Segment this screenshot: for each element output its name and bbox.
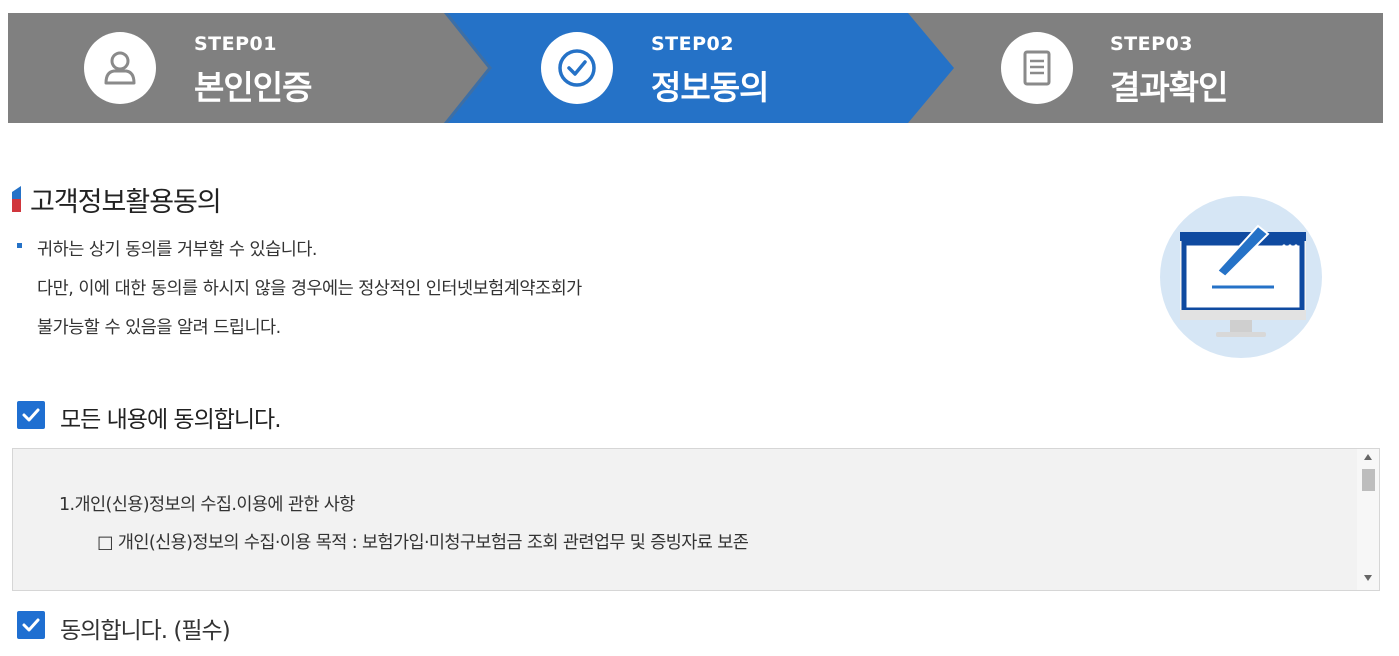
step-3: STEP03 결과확인: [908, 13, 1383, 123]
agree-all-checkbox[interactable]: [17, 401, 45, 429]
step-2: STEP02 정보동의: [448, 13, 908, 123]
terms-scrollbar[interactable]: [1357, 449, 1379, 590]
scroll-down-icon[interactable]: [1357, 574, 1379, 586]
scroll-thumb[interactable]: [1362, 469, 1375, 491]
step-2-title: 정보동의: [651, 68, 769, 107]
bullet-icon: [17, 243, 22, 248]
description-line-2: 다만, 이에 대한 동의를 하시지 않을 경우에는 정상적인 인터넷보험계약조회…: [37, 279, 582, 299]
step-1-title: 본인인증: [194, 68, 312, 107]
agree-all-label[interactable]: 모든 내용에 동의합니다.: [60, 400, 282, 434]
description-line-1: 귀하는 상기 동의를 거부할 수 있습니다.: [37, 240, 317, 260]
scroll-up-icon[interactable]: [1357, 453, 1379, 465]
step-progress-bar: STEP01 본인인증 STEP02 정보동의 STEP03 결과확인: [8, 13, 1383, 123]
description-line-3: 불가능할 수 있음을 알려 드립니다.: [37, 318, 281, 338]
terms-heading: 1.개인(신용)정보의 수집.이용에 관한 사항: [59, 495, 355, 515]
monitor-pen-icon: [1160, 196, 1322, 358]
checkmark-icon: [22, 408, 40, 422]
step-2-number: STEP02: [651, 33, 734, 55]
terms-item: □ 개인(신용)정보의 수집·이용 목적 : 보험가입·미청구보험금 조회 관련…: [97, 533, 749, 553]
checkmark-icon: [22, 618, 40, 632]
person-icon: [84, 32, 156, 104]
terms-box[interactable]: 1.개인(신용)정보의 수집.이용에 관한 사항 □ 개인(신용)정보의 수집·…: [12, 448, 1380, 591]
step-3-title: 결과확인: [1110, 68, 1228, 107]
section-marker-icon: [12, 186, 21, 212]
check-circle-icon: [541, 32, 613, 104]
agree-required-checkbox[interactable]: [17, 611, 45, 639]
step-1: STEP01 본인인증: [8, 13, 448, 123]
agree-required-label[interactable]: 동의합니다. (필수): [60, 611, 231, 645]
document-icon: [1001, 32, 1073, 104]
step-1-number: STEP01: [194, 33, 277, 55]
section-title: 고객정보활용동의: [30, 187, 222, 218]
step-3-number: STEP03: [1110, 33, 1193, 55]
